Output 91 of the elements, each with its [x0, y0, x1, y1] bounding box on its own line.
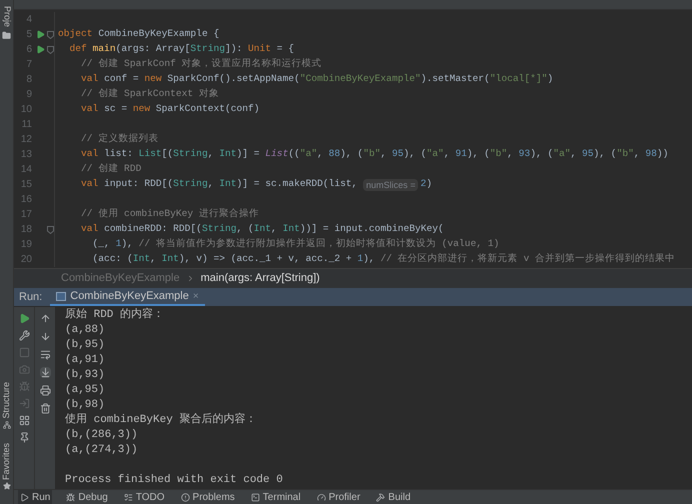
line-number: 7 [25, 58, 32, 72]
tool-window-tab[interactable]: Terminal [248, 490, 303, 504]
line-number: 10 [20, 103, 32, 117]
play-icon [20, 492, 29, 502]
tab-label: Terminal [262, 490, 301, 504]
code-text: def main(args: Array[String]): Unit = { [68, 42, 294, 56]
run-title: Run: [19, 290, 42, 305]
run-icon[interactable] [36, 45, 44, 54]
line-number: 6 [25, 43, 32, 57]
star-icon [2, 482, 10, 490]
folder-icon [2, 31, 11, 40]
console-line: (b,98) [65, 398, 106, 413]
console-line: Process finished with exit code 0 [65, 473, 284, 488]
terminal-icon [250, 492, 260, 502]
tab-label: Debug [78, 490, 108, 504]
code-text: // 创建 RDD [80, 162, 142, 176]
line-number: 9 [25, 88, 32, 102]
code-text: // 创建 SparkConf 对象，设置应用名称和运行模式 [80, 57, 322, 72]
line-number: 5 [25, 28, 32, 42]
hammer-icon [376, 492, 386, 502]
console-line: 使用 combineByKey 聚合后的内容： [65, 413, 258, 428]
console-line: (a,95) [65, 383, 106, 398]
bug-icon [66, 492, 76, 502]
console-icon [56, 292, 66, 300]
tab-label: Run [32, 490, 50, 504]
tab-label: CombineByKeyExample [70, 288, 189, 304]
run-tab[interactable]: CombineByKeyExample × [50, 288, 205, 306]
inlay-hint: numSlices = [363, 178, 418, 190]
grid-icon[interactable] [18, 415, 30, 426]
line-number: 8 [25, 73, 32, 87]
code-text: (_, 1), // 将当前值作为参数进行附加操作并返回，初始时将值和计数设为 (value, 1) [92, 237, 500, 252]
scroll-to-end-icon[interactable] [40, 367, 50, 378]
run-icon[interactable] [18, 313, 30, 324]
code-text: val combineRDD: RDD[(String, (Int, Int))] = input.combineByKey( [80, 222, 444, 236]
line-number: 4 [25, 13, 32, 27]
code-text: 2) [420, 177, 432, 192]
fold-icon[interactable] [46, 46, 54, 54]
structure-icon [2, 420, 10, 429]
line-number: 20 [20, 253, 32, 267]
console-line: (a,(274,3)) [65, 443, 139, 458]
line-number: 16 [20, 193, 32, 207]
fold-icon[interactable] [46, 30, 54, 38]
tool-window-tab[interactable]: TODO [122, 490, 167, 504]
tool-window-tab[interactable]: Debug [64, 490, 110, 504]
tool-window-tab[interactable]: Profiler [314, 490, 362, 504]
gauge-icon [316, 492, 326, 502]
line-number: 15 [20, 178, 32, 192]
tab-label: Profiler [328, 490, 360, 504]
line-number: 17 [20, 208, 32, 222]
tool-window-tab[interactable]: Run [18, 490, 52, 504]
breadcrumb-item[interactable]: main(args: Array[String]) [200, 270, 320, 287]
wrench-icon[interactable] [18, 330, 30, 341]
printer-icon[interactable] [40, 385, 50, 396]
code-text: val list: List[(String, Int)] = List(("a", 88), ("b", 95), ("a", 91), ("b", 93), ("a", 95), ("b", 98)) [80, 147, 668, 162]
project-tab[interactable]: Proje [0, 6, 14, 28]
line-number: 12 [20, 133, 32, 147]
line-number: 18 [20, 223, 32, 237]
console-line: (a,91) [65, 353, 106, 368]
code-text: // 创建 SparkContext 对象 [80, 87, 219, 102]
console-line: (b,93) [65, 368, 106, 383]
code-text: // 使用 combineByKey 进行聚合操作 [80, 207, 259, 222]
tool-window-tab[interactable]: Build [374, 490, 413, 504]
console-line: (b,95) [65, 338, 106, 353]
code-text: (acc: (Int, Int), v) => (acc._1 + v, acc._2 + 1), // 在分区内部进行，将新元素 v 合并到第一步操作得到的结果中 [92, 252, 675, 266]
code-text: object CombineByKeyExample { [58, 27, 220, 42]
arrow-up-icon[interactable] [40, 313, 50, 324]
code-text: // 定义数据列表 [80, 132, 158, 146]
pin-icon[interactable] [18, 432, 30, 443]
console-line: (a,88) [65, 323, 106, 338]
alert-icon [180, 492, 190, 502]
console-line: 原始 RDD 的内容： [65, 308, 166, 323]
side-tab[interactable]: Structure [1, 382, 12, 419]
side-tab[interactable]: Favorites [1, 442, 12, 480]
line-number: 14 [20, 163, 32, 177]
trash-icon[interactable] [40, 403, 50, 414]
code-text: val input: RDD[(String, Int)] = sc.makeRDD(list, [80, 177, 358, 192]
code-text: val conf = new SparkConf().setAppName("CombineByKeyExample").setMaster("local[*]") [80, 72, 554, 86]
wrap-text-icon[interactable] [40, 349, 50, 360]
code-text: val sc = new SparkContext(conf) [80, 102, 260, 116]
run-icon[interactable] [36, 30, 44, 39]
console-line: (b,(286,3)) [65, 428, 139, 443]
line-number: 11 [20, 118, 32, 132]
tab-label: Build [388, 490, 411, 504]
fold-icon[interactable] [46, 226, 54, 234]
list-icon [124, 492, 133, 502]
tab-label: TODO [136, 490, 165, 504]
line-number: 19 [20, 238, 32, 252]
tab-label: Problems [192, 490, 235, 504]
tool-window-tab[interactable]: Problems [178, 490, 237, 504]
line-number: 13 [20, 148, 32, 162]
arrow-down-icon[interactable] [40, 331, 50, 342]
